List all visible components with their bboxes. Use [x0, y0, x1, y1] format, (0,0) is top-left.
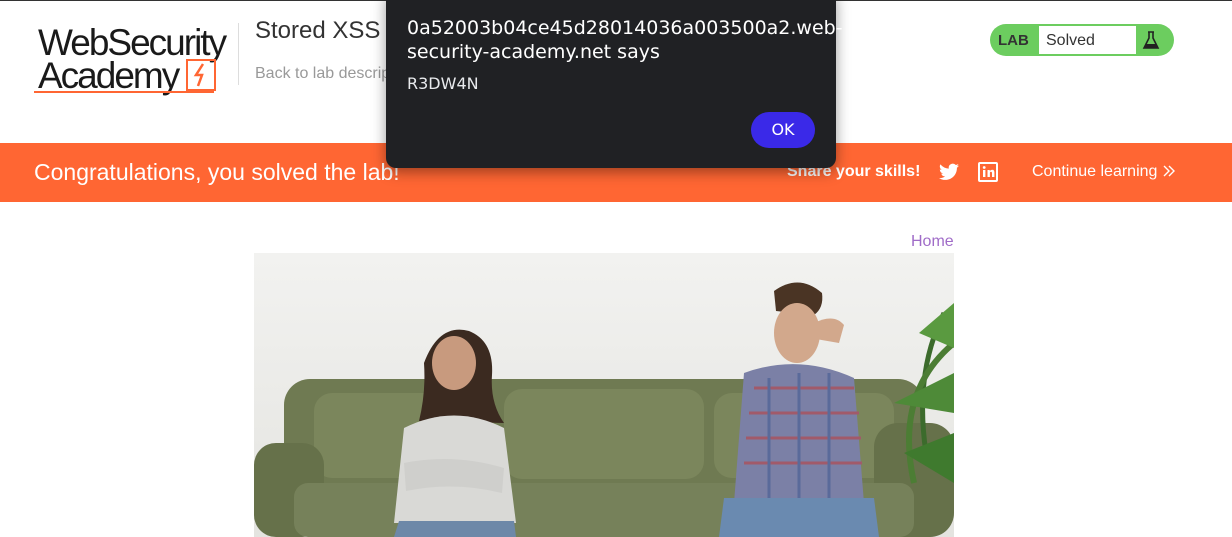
ok-button[interactable]: OK	[751, 112, 815, 148]
continue-learning-label: Continue learning	[1032, 163, 1158, 180]
dialog-message: R3DW4N	[407, 74, 479, 93]
alert-dialog: 0a52003b04ce45d28014036a003500a2.web-sec…	[386, 0, 843, 168]
logo-bolt-icon	[186, 59, 216, 91]
back-to-lab-description-link[interactable]: Back to lab descrip	[255, 65, 390, 83]
twitter-icon[interactable]	[939, 163, 959, 181]
flask-icon	[1140, 29, 1162, 51]
lab-status-widget: LAB Solved	[990, 24, 1174, 56]
dialog-title: 0a52003b04ce45d28014036a003500a2.web-sec…	[407, 17, 843, 63]
header-divider	[238, 23, 239, 85]
home-link[interactable]: Home	[911, 233, 954, 251]
logo-underline	[34, 91, 214, 93]
logo-text-line2: Academy	[38, 55, 180, 96]
linkedin-icon[interactable]	[978, 162, 998, 182]
blog-post-image	[254, 253, 954, 537]
lab-tag: LAB	[998, 32, 1029, 49]
lab-status-text: Solved	[1038, 25, 1137, 55]
logo[interactable]: WebSecurity Academy	[34, 21, 239, 97]
lab-title: Stored XSS	[255, 17, 381, 44]
continue-learning-link[interactable]: Continue learning	[1032, 163, 1176, 181]
congratulations-text: Congratulations, you solved the lab!	[34, 159, 400, 185]
chevron-right-double-icon	[1162, 163, 1176, 180]
